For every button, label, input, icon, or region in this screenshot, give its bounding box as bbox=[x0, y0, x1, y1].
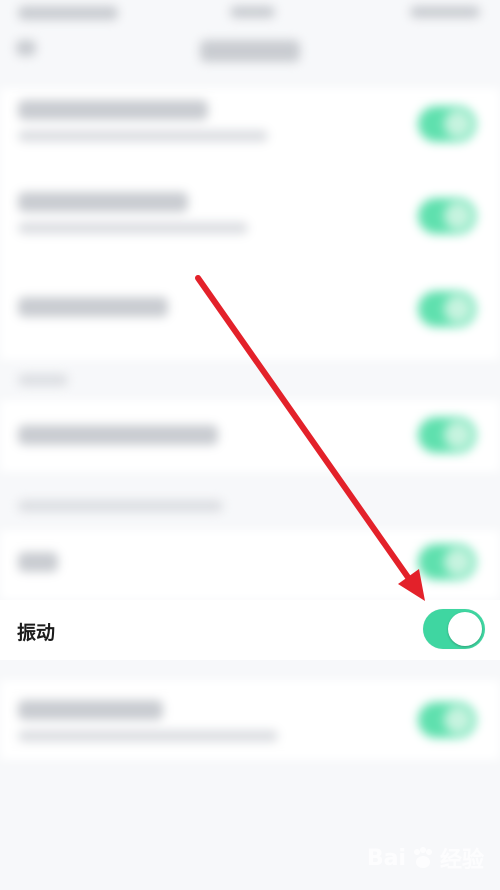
watermark-brand: Bai bbox=[366, 845, 406, 871]
blurred-background bbox=[0, 0, 500, 890]
baidu-watermark: Bai 经验 bbox=[367, 842, 484, 874]
vibration-toggle[interactable] bbox=[423, 609, 485, 649]
vibration-label: 振动 bbox=[17, 622, 56, 644]
toggle-knob bbox=[448, 612, 482, 646]
paw-icon bbox=[413, 847, 432, 868]
watermark-suffix: 经验 bbox=[439, 848, 484, 873]
